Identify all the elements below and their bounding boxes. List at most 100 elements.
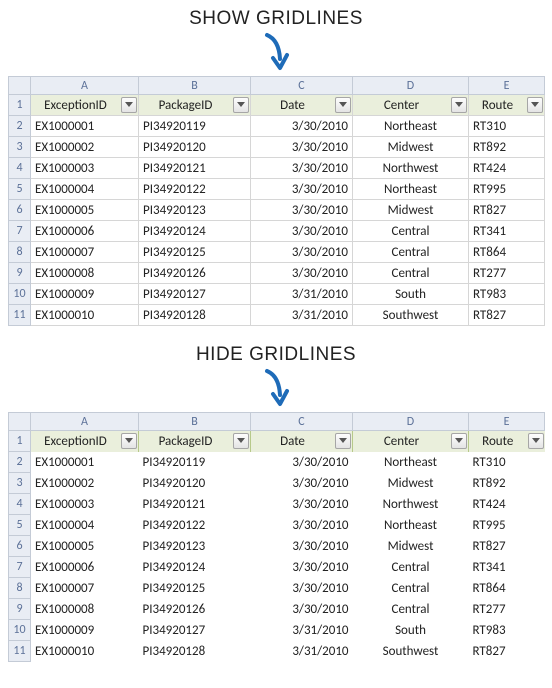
cell-date[interactable]: 3/30/2010 bbox=[251, 578, 353, 599]
cell-exceptionId[interactable]: EX1000003 bbox=[31, 158, 139, 179]
cell-date[interactable]: 3/30/2010 bbox=[251, 452, 353, 473]
cell-center[interactable]: Central bbox=[353, 242, 469, 263]
cell-center[interactable]: Central bbox=[353, 599, 469, 620]
filter-button[interactable] bbox=[233, 433, 249, 449]
cell-route[interactable]: RT277 bbox=[469, 263, 545, 284]
filter-button[interactable] bbox=[121, 97, 137, 113]
row-header[interactable]: 10 bbox=[9, 284, 31, 305]
row-header[interactable]: 1 bbox=[9, 431, 31, 452]
cell-date[interactable]: 3/30/2010 bbox=[251, 599, 353, 620]
cell-date[interactable]: 3/30/2010 bbox=[251, 494, 353, 515]
filter-button[interactable] bbox=[233, 97, 249, 113]
cell-exceptionId[interactable]: EX1000004 bbox=[31, 515, 139, 536]
cell-route[interactable]: RT341 bbox=[469, 557, 545, 578]
cell-center[interactable]: Central bbox=[353, 557, 469, 578]
cell-center[interactable]: Central bbox=[353, 221, 469, 242]
cell-packageId[interactable]: PI34920125 bbox=[139, 578, 251, 599]
cell-date[interactable]: 3/30/2010 bbox=[251, 158, 353, 179]
table-header-date[interactable]: Date bbox=[251, 431, 353, 452]
cell-center[interactable]: Northeast bbox=[353, 452, 469, 473]
select-all-corner[interactable] bbox=[9, 77, 31, 95]
cell-center[interactable]: Midwest bbox=[353, 473, 469, 494]
cell-route[interactable]: RT277 bbox=[469, 599, 545, 620]
cell-packageId[interactable]: PI34920126 bbox=[139, 263, 251, 284]
cell-exceptionId[interactable]: EX1000005 bbox=[31, 536, 139, 557]
cell-packageId[interactable]: PI34920120 bbox=[139, 473, 251, 494]
cell-packageId[interactable]: PI34920121 bbox=[139, 158, 251, 179]
col-header-A[interactable]: A bbox=[31, 77, 139, 95]
col-header-D[interactable]: D bbox=[353, 413, 469, 431]
cell-packageId[interactable]: PI34920124 bbox=[139, 557, 251, 578]
row-header[interactable]: 8 bbox=[9, 242, 31, 263]
cell-exceptionId[interactable]: EX1000003 bbox=[31, 494, 139, 515]
table-header-route[interactable]: Route bbox=[469, 431, 545, 452]
cell-route[interactable]: RT864 bbox=[469, 578, 545, 599]
cell-center[interactable]: Northwest bbox=[353, 494, 469, 515]
row-header[interactable]: 11 bbox=[9, 641, 31, 662]
filter-button[interactable] bbox=[528, 433, 544, 449]
cell-packageId[interactable]: PI34920126 bbox=[139, 599, 251, 620]
filter-button[interactable] bbox=[335, 433, 351, 449]
cell-date[interactable]: 3/31/2010 bbox=[251, 641, 353, 662]
row-header[interactable]: 4 bbox=[9, 158, 31, 179]
cell-center[interactable]: Northwest bbox=[353, 158, 469, 179]
cell-date[interactable]: 3/30/2010 bbox=[251, 200, 353, 221]
cell-packageId[interactable]: PI34920121 bbox=[139, 494, 251, 515]
row-header[interactable]: 9 bbox=[9, 263, 31, 284]
row-header[interactable]: 5 bbox=[9, 179, 31, 200]
cell-exceptionId[interactable]: EX1000009 bbox=[31, 620, 139, 641]
cell-packageId[interactable]: PI34920119 bbox=[139, 116, 251, 137]
filter-button[interactable] bbox=[451, 97, 467, 113]
cell-exceptionId[interactable]: EX1000009 bbox=[31, 284, 139, 305]
cell-exceptionId[interactable]: EX1000008 bbox=[31, 599, 139, 620]
cell-center[interactable]: Northeast bbox=[353, 116, 469, 137]
cell-date[interactable]: 3/30/2010 bbox=[251, 536, 353, 557]
row-header[interactable]: 1 bbox=[9, 95, 31, 116]
row-header[interactable]: 9 bbox=[9, 599, 31, 620]
table-header-date[interactable]: Date bbox=[251, 95, 353, 116]
cell-center[interactable]: South bbox=[353, 284, 469, 305]
col-header-C[interactable]: C bbox=[251, 77, 353, 95]
cell-exceptionId[interactable]: EX1000007 bbox=[31, 242, 139, 263]
cell-exceptionId[interactable]: EX1000006 bbox=[31, 557, 139, 578]
cell-packageId[interactable]: PI34920123 bbox=[139, 200, 251, 221]
filter-button[interactable] bbox=[335, 97, 351, 113]
cell-packageId[interactable]: PI34920120 bbox=[139, 137, 251, 158]
cell-exceptionId[interactable]: EX1000010 bbox=[31, 641, 139, 662]
cell-route[interactable]: RT424 bbox=[469, 494, 545, 515]
cell-exceptionId[interactable]: EX1000010 bbox=[31, 305, 139, 326]
row-header[interactable]: 2 bbox=[9, 116, 31, 137]
cell-date[interactable]: 3/30/2010 bbox=[251, 137, 353, 158]
cell-center[interactable]: Midwest bbox=[353, 200, 469, 221]
cell-date[interactable]: 3/30/2010 bbox=[251, 473, 353, 494]
table-header-center[interactable]: Center bbox=[353, 95, 469, 116]
cell-packageId[interactable]: PI34920122 bbox=[139, 515, 251, 536]
cell-center[interactable]: Northeast bbox=[353, 179, 469, 200]
row-header[interactable]: 5 bbox=[9, 515, 31, 536]
cell-route[interactable]: RT995 bbox=[469, 515, 545, 536]
col-header-D[interactable]: D bbox=[353, 77, 469, 95]
row-header[interactable]: 7 bbox=[9, 221, 31, 242]
cell-route[interactable]: RT983 bbox=[469, 284, 545, 305]
cell-packageId[interactable]: PI34920123 bbox=[139, 536, 251, 557]
cell-center[interactable]: Midwest bbox=[353, 137, 469, 158]
cell-route[interactable]: RT827 bbox=[469, 536, 545, 557]
cell-date[interactable]: 3/30/2010 bbox=[251, 515, 353, 536]
col-header-B[interactable]: B bbox=[139, 413, 251, 431]
filter-button[interactable] bbox=[121, 433, 137, 449]
cell-date[interactable]: 3/30/2010 bbox=[251, 263, 353, 284]
row-header[interactable]: 3 bbox=[9, 473, 31, 494]
col-header-B[interactable]: B bbox=[139, 77, 251, 95]
cell-packageId[interactable]: PI34920119 bbox=[139, 452, 251, 473]
cell-date[interactable]: 3/31/2010 bbox=[251, 305, 353, 326]
cell-route[interactable]: RT892 bbox=[469, 137, 545, 158]
cell-exceptionId[interactable]: EX1000006 bbox=[31, 221, 139, 242]
cell-center[interactable]: Southwest bbox=[353, 641, 469, 662]
cell-route[interactable]: RT341 bbox=[469, 221, 545, 242]
select-all-corner[interactable] bbox=[9, 413, 31, 431]
cell-route[interactable]: RT827 bbox=[469, 200, 545, 221]
cell-center[interactable]: Midwest bbox=[353, 536, 469, 557]
cell-route[interactable]: RT827 bbox=[469, 641, 545, 662]
cell-packageId[interactable]: PI34920127 bbox=[139, 620, 251, 641]
cell-route[interactable]: RT827 bbox=[469, 305, 545, 326]
